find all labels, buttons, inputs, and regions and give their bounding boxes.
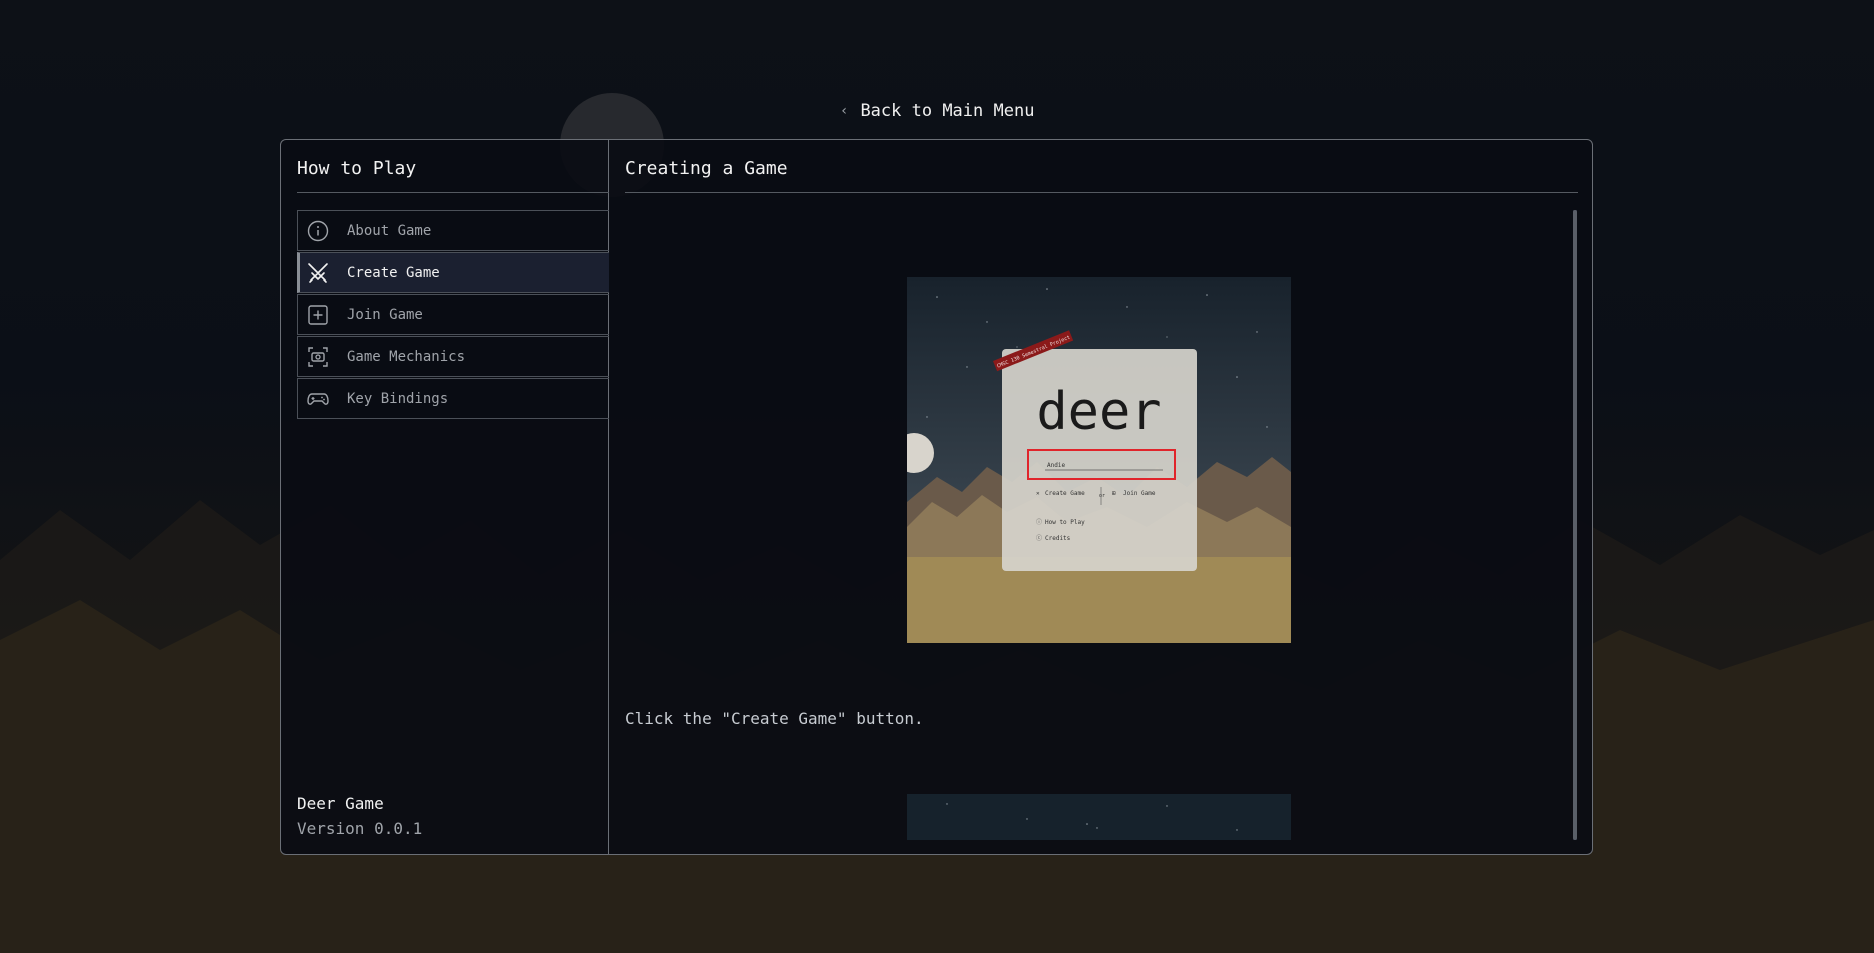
page-title: Creating a Game [625, 158, 788, 179]
how-to-play-panel: How to Play About Game Create Game Join … [280, 139, 1593, 855]
sidebar-item-game-mechanics[interactable]: Game Mechanics [297, 336, 609, 377]
sidebar-item-label: About Game [347, 222, 432, 239]
chevron-left-icon: ‹ [840, 103, 849, 119]
sidebar-title: How to Play [297, 158, 417, 179]
back-to-main-menu-link[interactable]: ‹ Back to Main Menu [840, 98, 1034, 124]
sidebar-item-key-bindings[interactable]: Key Bindings [297, 378, 609, 419]
gamepad-icon [307, 388, 329, 410]
screenshot-or-label: or [1099, 493, 1105, 499]
screenshot-logo: deer [1036, 382, 1161, 442]
info-icon [307, 220, 329, 242]
sidebar-item-label: Key Bindings [347, 390, 449, 407]
screenshot-credits-label: Credits [1045, 535, 1071, 542]
step-caption: Click the "Create Game" button. [625, 709, 924, 728]
svg-text:ⓒ: ⓒ [1036, 534, 1042, 542]
sidebar-item-about-game[interactable]: About Game [297, 210, 609, 251]
scrollbar-thumb[interactable] [1573, 210, 1577, 840]
mechanics-icon [307, 346, 329, 368]
tutorial-screenshot-image: CMSC 130 Semestral Project deer Andie ✕ … [907, 277, 1291, 643]
sidebar: How to Play About Game Create Game Join … [281, 140, 609, 854]
content-area: Creating a Game CMSC 130 Semestral Proje… [609, 140, 1592, 854]
back-link-label: Back to Main Menu [860, 101, 1035, 121]
sidebar-item-label: Game Mechanics [347, 348, 466, 365]
plus-square-icon [307, 304, 329, 326]
swords-icon [307, 262, 329, 284]
tutorial-screenshot: CMSC 130 Semestral Project deer Andie ✕ … [907, 277, 1291, 643]
game-name: Deer Game [297, 794, 384, 813]
svg-text:✕: ✕ [1036, 490, 1040, 497]
sidebar-nav: About Game Create Game Join Game Game Me… [297, 210, 609, 420]
svg-text:ⓘ: ⓘ [1036, 518, 1042, 526]
divider [297, 192, 609, 193]
screenshot-howto-label: How to Play [1045, 519, 1085, 526]
version-label: Version 0.0.1 [297, 819, 423, 838]
divider [625, 192, 1578, 193]
sidebar-item-join-game[interactable]: Join Game [297, 294, 609, 335]
next-step-screenshot [907, 794, 1291, 840]
sidebar-item-label: Join Game [347, 306, 423, 323]
screenshot-join-label: Join Game [1123, 490, 1156, 497]
sidebar-item-label: Create Game [347, 264, 440, 281]
screenshot-create-label: Create Game [1045, 490, 1085, 497]
screenshot-name-value: Andie [1047, 462, 1065, 469]
sidebar-footer: Deer Game Version 0.0.1 [297, 794, 422, 838]
sidebar-item-create-game[interactable]: Create Game [297, 252, 609, 293]
svg-text:⊞: ⊞ [1112, 490, 1116, 497]
